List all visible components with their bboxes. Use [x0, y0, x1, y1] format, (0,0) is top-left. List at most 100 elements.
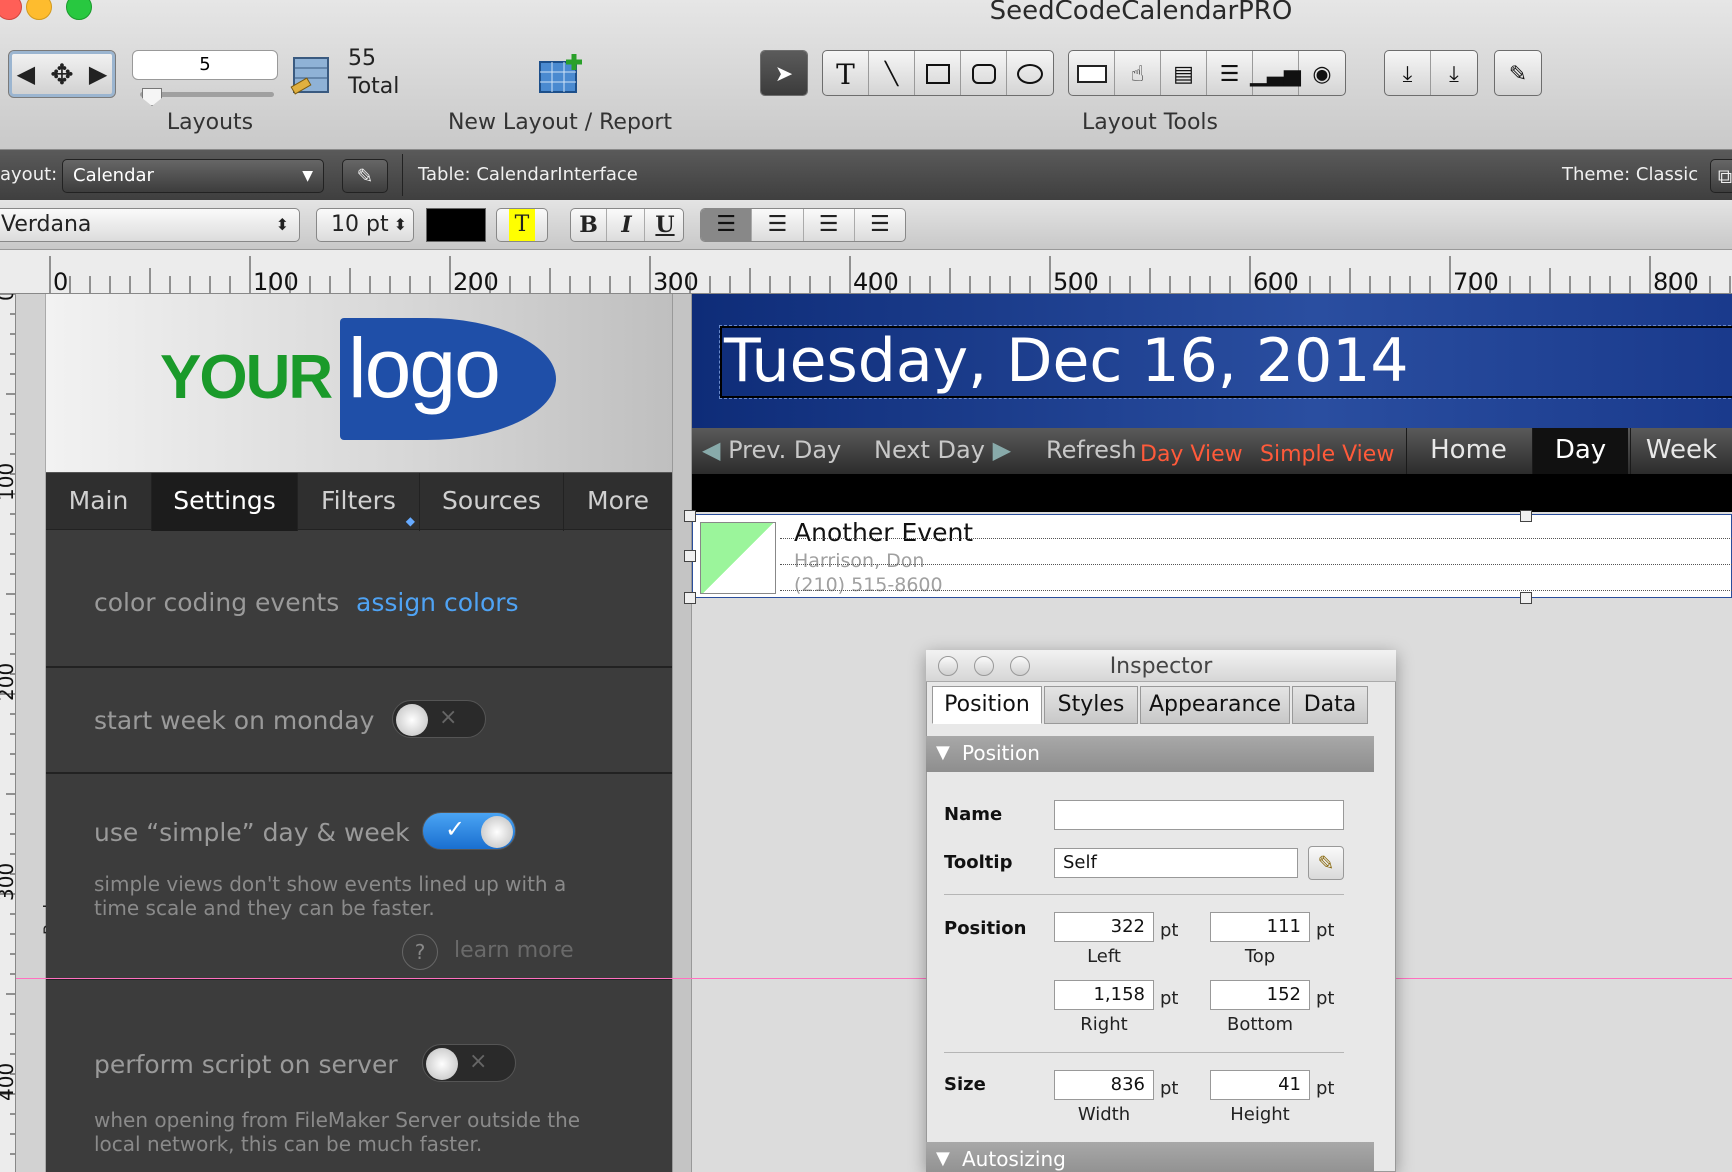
font-size-dropdown[interactable]: 10 pt ⬍ [316, 208, 414, 242]
field-picker-icon[interactable]: ⤓ [1385, 51, 1431, 95]
total-count: 55 [348, 46, 376, 71]
portal-tool-icon[interactable]: ▤ [1161, 51, 1207, 95]
ruler-label: 100 [253, 268, 299, 294]
ruler-label: 300 [653, 268, 699, 294]
tab-styles[interactable]: Styles [1044, 686, 1138, 724]
layout-dropdown-value: Calendar [73, 165, 154, 186]
record-navigator[interactable]: ◀ ✥ ▶ [8, 50, 116, 98]
sidebar-tabs: Main Settings Filters ◆ Sources More [46, 472, 672, 531]
autosizing-section-header[interactable]: ▼ Autosizing [926, 1142, 1374, 1172]
bottom-field[interactable]: 152 [1210, 980, 1310, 1010]
tab-main[interactable]: Main [46, 473, 152, 531]
tab-settings[interactable]: Settings [152, 473, 298, 531]
field-control-icon[interactable]: ⤓ [1431, 51, 1477, 95]
ruler-label: 200 [0, 663, 16, 701]
selection-handle[interactable] [684, 592, 696, 604]
tab-position[interactable]: Position [932, 686, 1042, 724]
text-color-swatch[interactable] [426, 208, 486, 242]
position-section-header[interactable]: ▼ Position [926, 736, 1374, 772]
left-unit: pt [1160, 920, 1179, 941]
next-day-button[interactable]: Next Day ▶ [874, 436, 1011, 464]
help-icon[interactable]: ? [402, 934, 438, 970]
new-layout-icon[interactable] [536, 52, 586, 96]
right-field[interactable]: 1,158 [1054, 980, 1154, 1010]
width-field[interactable]: 836 [1054, 1070, 1154, 1100]
oval-tool-icon[interactable] [1007, 51, 1053, 95]
align-left-icon[interactable]: ☰ [701, 209, 752, 241]
layout-number-field[interactable]: 5 [132, 50, 278, 80]
move-handle-icon[interactable]: ✥ [50, 58, 73, 91]
rounded-rectangle-tool-icon[interactable] [961, 51, 1007, 95]
day-view-button[interactable]: Day View [1140, 442, 1243, 467]
assign-colors-link[interactable]: assign colors [356, 588, 519, 617]
day-button[interactable]: Day [1532, 428, 1628, 474]
bold-button[interactable]: B [571, 209, 607, 241]
tab-appearance[interactable]: Appearance [1140, 686, 1290, 724]
size-label: Size [944, 1074, 986, 1095]
tooltip-pencil-icon[interactable]: ✎ [1308, 846, 1344, 880]
tooltip-field[interactable]: Self [1054, 848, 1298, 878]
ruler-label: 700 [1453, 268, 1499, 294]
field-tool-group: ☝ ▤ ☰ ▁▃▅ ◉ [1068, 50, 1346, 96]
align-right-icon[interactable]: ☰ [802, 209, 854, 241]
selection-handle[interactable] [684, 550, 696, 562]
previous-arrow-icon[interactable]: ◀ [17, 60, 35, 88]
total-label: Total [348, 74, 400, 99]
text-tool-icon[interactable]: T [823, 51, 869, 95]
simple-view-toggle[interactable]: ✓ [422, 812, 516, 850]
italic-button[interactable]: I [609, 209, 645, 241]
line-tool-icon[interactable]: ╲ [869, 51, 915, 95]
format-painter-icon[interactable]: ✎ [1495, 51, 1541, 95]
layout-slider-knob[interactable] [142, 88, 162, 106]
pointer-tool-icon[interactable]: ➤ [761, 51, 807, 95]
height-field[interactable]: 41 [1210, 1070, 1310, 1100]
selection-handle[interactable] [684, 510, 696, 522]
right-unit: pt [1160, 988, 1179, 1009]
button-tool-icon[interactable]: ☝ [1115, 51, 1161, 95]
tab-filters-label: Filters [321, 486, 396, 515]
tab-more[interactable]: More [564, 473, 672, 531]
panel-divider[interactable] [672, 294, 692, 1172]
field-tool-icon[interactable] [1069, 51, 1115, 95]
web-viewer-tool-icon[interactable]: ◉ [1299, 51, 1345, 95]
rectangle-tool-icon[interactable] [915, 51, 961, 95]
align-center-icon[interactable]: ☰ [751, 209, 802, 241]
width-unit: pt [1160, 1078, 1179, 1099]
week-button[interactable]: Week [1630, 428, 1732, 474]
perform-script-toggle[interactable]: × [422, 1044, 516, 1082]
highlight-color-button[interactable]: T [496, 208, 548, 242]
ruler-label: 400 [0, 1063, 16, 1101]
font-dropdown[interactable]: Verdana ⬍ [0, 208, 300, 242]
underline-button[interactable]: U [647, 209, 683, 241]
top-field[interactable]: 111 [1210, 912, 1310, 942]
style-button-group: B I U [570, 208, 684, 242]
format-bar: Verdana ⬍ 10 pt ⬍ T B I U ☰ ☰ ☰ ☰ [0, 200, 1732, 250]
chart-tool-icon[interactable]: ▁▃▅ [1250, 51, 1301, 95]
left-field[interactable]: 322 [1054, 912, 1154, 942]
change-theme-icon[interactable]: ⧉ [1710, 159, 1732, 193]
edit-layout-pencil-icon[interactable]: ✎ [342, 159, 388, 193]
selection-handle[interactable] [1520, 510, 1532, 522]
toolbar: SeedCodeCalendarPRO ◀ ✥ ▶ 5 Layouts 55 T… [0, 0, 1732, 150]
home-button[interactable]: Home [1406, 428, 1530, 474]
toggle-knob [426, 1048, 458, 1080]
start-week-toggle[interactable]: × [392, 700, 486, 738]
prev-day-button[interactable]: ◀ Prev. Day [702, 436, 841, 464]
justify-icon[interactable]: ☰ [853, 209, 905, 241]
layouts-label: Layouts [166, 110, 254, 135]
tab-sources[interactable]: Sources [420, 473, 564, 531]
tab-data[interactable]: Data [1292, 686, 1368, 724]
selection-handle[interactable] [1520, 592, 1532, 604]
prev-day-label: Prev. Day [728, 436, 842, 464]
ruler-label: 100 [0, 463, 16, 501]
simple-view-button[interactable]: Simple View [1260, 442, 1394, 467]
body-part-tab[interactable] [16, 294, 46, 1172]
next-arrow-icon[interactable]: ▶ [89, 60, 107, 88]
ruler-label: 0 [53, 268, 68, 294]
tab-filters[interactable]: Filters ◆ [298, 473, 420, 531]
layout-dropdown[interactable]: Calendar ▼ [62, 159, 324, 193]
name-field[interactable] [1054, 800, 1344, 830]
refresh-button[interactable]: Refresh [1046, 436, 1137, 464]
tab-control-tool-icon[interactable]: ☰ [1207, 51, 1253, 95]
learn-more-link[interactable]: learn more [454, 938, 574, 963]
